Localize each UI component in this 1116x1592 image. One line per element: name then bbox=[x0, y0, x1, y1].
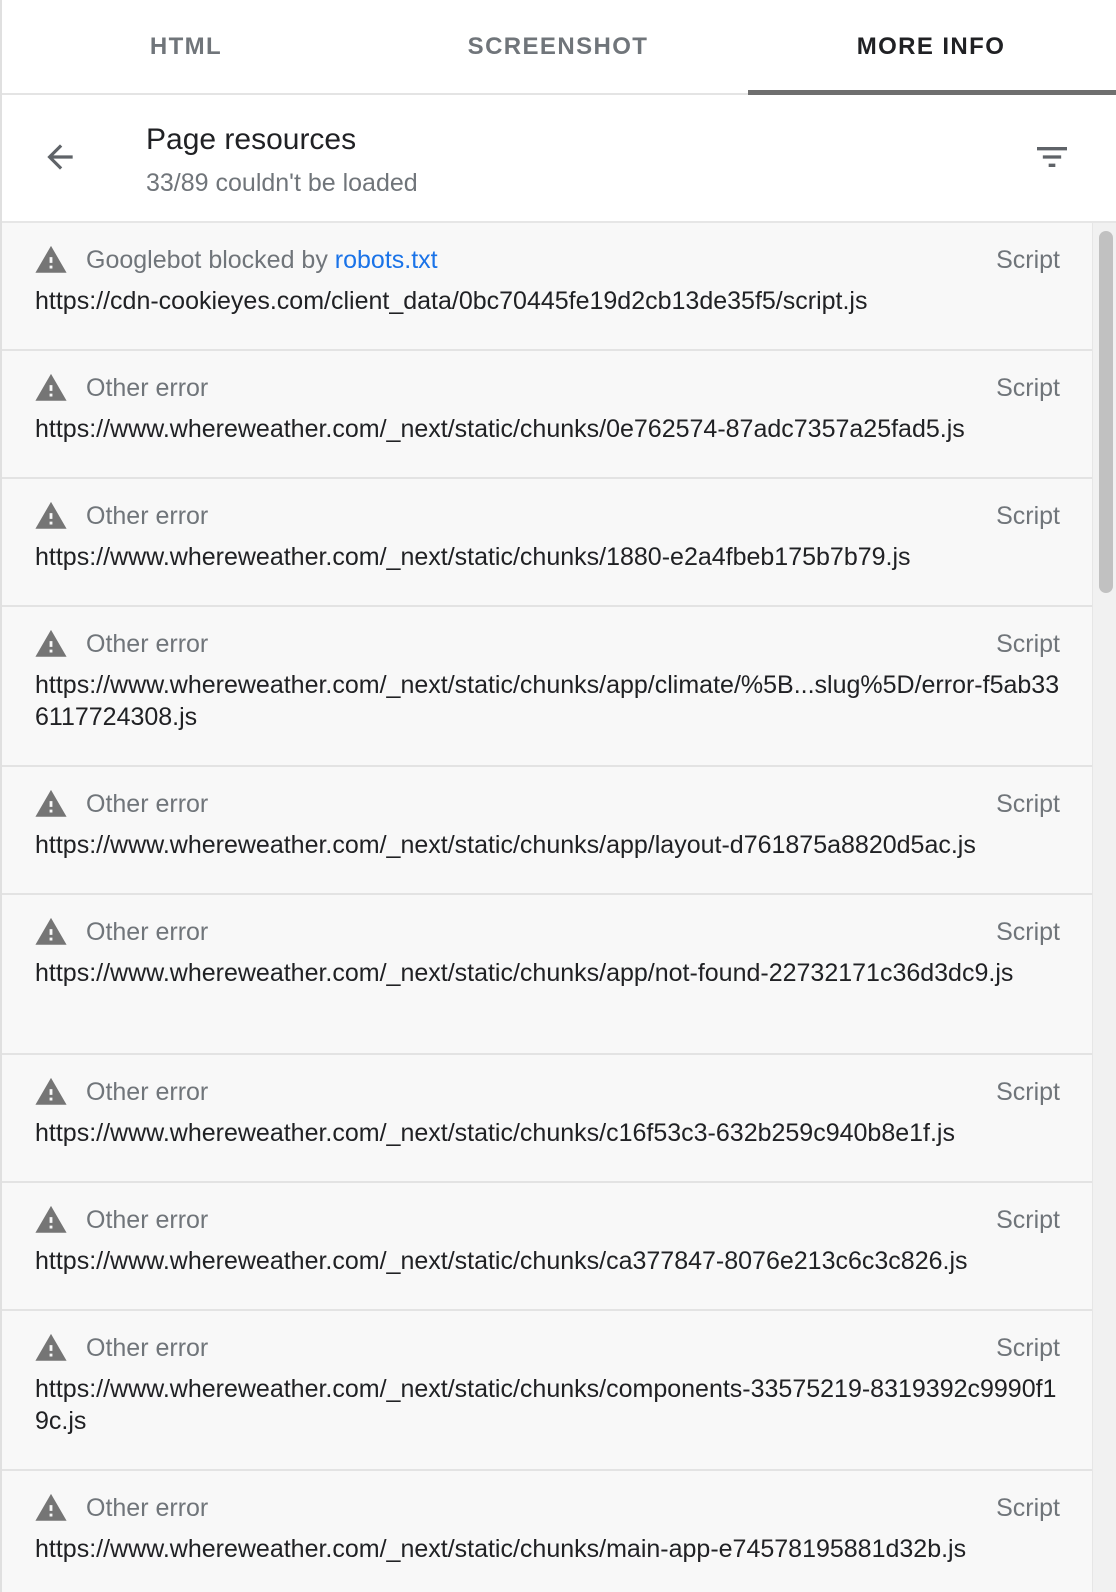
tab-bar: HTML SCREENSHOT MORE INFO bbox=[2, 0, 1116, 95]
resource-status-text: Googlebot blocked by bbox=[86, 246, 335, 274]
resource-row[interactable]: Other error Script https://www.whereweathe… bbox=[2, 767, 1092, 895]
resource-status: Other error bbox=[86, 630, 209, 658]
back-button[interactable] bbox=[32, 131, 88, 187]
resource-url: https://www.whereweather.com/_next/stati… bbox=[35, 415, 965, 443]
panel-left-border bbox=[0, 0, 2, 1592]
resource-url: https://www.whereweather.com/_next/stati… bbox=[35, 1535, 967, 1563]
warning-icon bbox=[34, 627, 68, 661]
resource-status: Other error bbox=[86, 1494, 209, 1522]
page-title: Page resources bbox=[146, 123, 357, 156]
resource-type: Script bbox=[996, 1078, 1060, 1106]
resource-row[interactable]: Googlebot blocked by robots.txt Script htt… bbox=[2, 223, 1092, 351]
resource-status: Googlebot blocked by robots.txt bbox=[86, 243, 438, 277]
resource-row[interactable]: Other error Script https://www.whereweathe… bbox=[2, 1055, 1092, 1183]
warning-icon bbox=[34, 787, 68, 821]
filter-button[interactable] bbox=[1028, 135, 1076, 183]
robots-txt-link[interactable]: robots.txt bbox=[335, 246, 438, 274]
load-summary: 33/89 couldn't be loaded bbox=[146, 169, 418, 197]
resource-row[interactable]: Other error Script https://www.whereweathe… bbox=[2, 479, 1092, 607]
warning-icon bbox=[34, 1331, 68, 1365]
warning-icon bbox=[34, 1203, 68, 1237]
resource-url: https://cdn-cookieyes.com/client_data/0b… bbox=[35, 287, 868, 315]
resource-url: https://www.whereweather.com/_next/stati… bbox=[35, 831, 976, 859]
resource-list: Googlebot blocked by robots.txt Script htt… bbox=[2, 223, 1092, 1592]
resource-type: Script bbox=[996, 1494, 1060, 1522]
resource-type: Script bbox=[996, 790, 1060, 818]
resource-status: Other error bbox=[86, 374, 209, 402]
resource-row[interactable]: Other error Script https://www.whereweathe… bbox=[2, 1471, 1092, 1592]
resource-type: Script bbox=[996, 630, 1060, 658]
tab-html[interactable]: HTML bbox=[2, 0, 370, 93]
resource-type: Script bbox=[996, 246, 1060, 274]
resource-type: Script bbox=[996, 374, 1060, 402]
warning-icon bbox=[34, 1075, 68, 1109]
resource-status: Other error bbox=[86, 790, 209, 818]
warning-icon bbox=[34, 243, 68, 277]
resource-row[interactable]: Other error Script https://www.whereweathe… bbox=[2, 351, 1092, 479]
arrow-back-icon bbox=[41, 138, 79, 181]
resource-status: Other error bbox=[86, 918, 209, 946]
resource-url: https://www.whereweather.com/_next/stati… bbox=[35, 959, 1014, 987]
resource-row[interactable]: Other error Script https://www.whereweathe… bbox=[2, 1183, 1092, 1311]
page-resources-header: Page resources 33/89 couldn't be loaded bbox=[2, 95, 1116, 223]
resource-status: Other error bbox=[86, 502, 209, 530]
warning-icon bbox=[34, 499, 68, 533]
filter-icon bbox=[1032, 137, 1072, 182]
scrollbar[interactable] bbox=[1092, 223, 1116, 1592]
resource-type: Script bbox=[996, 1206, 1060, 1234]
resource-type: Script bbox=[996, 918, 1060, 946]
tab-screenshot[interactable]: SCREENSHOT bbox=[370, 0, 746, 93]
resource-type: Script bbox=[996, 502, 1060, 530]
resource-url: https://www.whereweather.com/_next/stati… bbox=[35, 543, 911, 571]
resource-status: Other error bbox=[86, 1206, 209, 1234]
warning-icon bbox=[34, 371, 68, 405]
resource-status: Other error bbox=[86, 1334, 209, 1362]
resource-status: Other error bbox=[86, 1078, 209, 1106]
warning-icon bbox=[34, 915, 68, 949]
scrollbar-thumb[interactable] bbox=[1099, 231, 1113, 593]
resource-row[interactable]: Other error Script https://www.whereweathe… bbox=[2, 895, 1092, 1055]
resource-url: https://www.whereweather.com/_next/stati… bbox=[35, 1375, 1057, 1435]
resource-type: Script bbox=[996, 1334, 1060, 1362]
resource-row[interactable]: Other error Script https://www.whereweathe… bbox=[2, 607, 1092, 767]
resource-url: https://www.whereweather.com/_next/stati… bbox=[35, 1119, 955, 1147]
tab-more-info[interactable]: MORE INFO bbox=[746, 0, 1116, 95]
resource-url: https://www.whereweather.com/_next/stati… bbox=[35, 1247, 968, 1275]
warning-icon bbox=[34, 1491, 68, 1525]
resource-url: https://www.whereweather.com/_next/stati… bbox=[35, 671, 1060, 731]
resource-row[interactable]: Other error Script https://www.whereweathe… bbox=[2, 1311, 1092, 1471]
